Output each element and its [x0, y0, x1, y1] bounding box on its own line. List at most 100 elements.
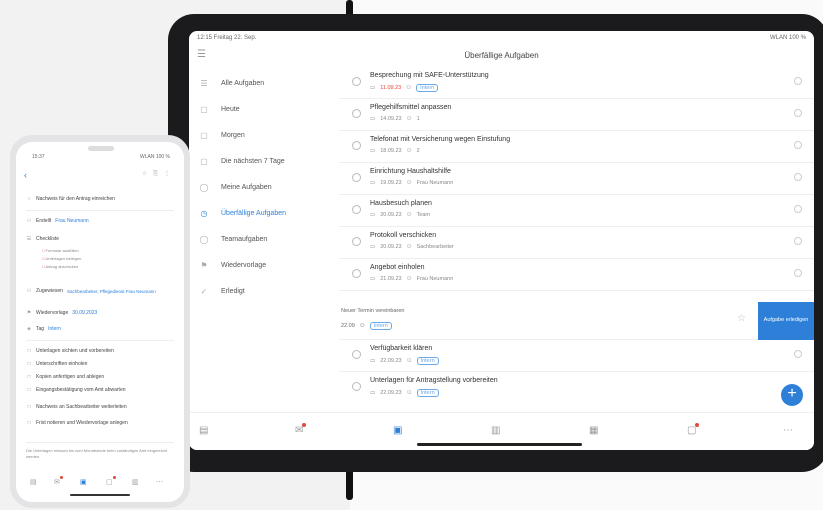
person-icon: ⚇ [359, 323, 365, 329]
task-checkbox[interactable] [794, 269, 802, 277]
task-row[interactable]: Unterlagen für Antragstellung vorbereite… [339, 372, 814, 404]
task-checkbox[interactable] [794, 141, 802, 149]
task-checkbox[interactable] [794, 350, 802, 358]
step-label: Kopien anfertigen und ablegen [36, 374, 105, 380]
tablet-title-bar: ☰ Überfällige Aufgaben [189, 45, 814, 67]
sidebar-item-done[interactable]: ✓ Erledigt [189, 281, 339, 301]
sidebar-item-all-tasks[interactable]: ☰ Alle Aufgaben [189, 73, 339, 93]
checklist-item[interactable]: □ Unterlagen beilegen [42, 256, 81, 261]
step-item[interactable]: □ Unterschriften einholen [26, 361, 176, 367]
inbox-icon[interactable]: ✉ [54, 476, 63, 486]
task-checkbox[interactable] [794, 77, 802, 85]
calendar-icon[interactable]: ▥ [491, 425, 500, 436]
task-checkbox[interactable] [794, 237, 802, 245]
task-status-icon[interactable] [352, 269, 361, 278]
task-status-icon[interactable] [352, 173, 361, 182]
inbox-icon[interactable]: ✉ [295, 423, 307, 436]
notification-dot [302, 423, 307, 427]
task-checkbox[interactable] [794, 205, 802, 213]
task-status-icon[interactable] [352, 77, 361, 86]
task-status-icon[interactable] [352, 382, 361, 391]
checkbox-icon[interactable]: □ [26, 361, 32, 367]
messages-icon[interactable]: ▢ [687, 423, 700, 436]
task-checkbox[interactable] [794, 173, 802, 181]
person-icon: ⚇ [406, 212, 412, 218]
notification-dot [59, 476, 63, 479]
add-task-button[interactable]: + [781, 384, 803, 406]
book-icon[interactable]: ▤ [30, 478, 37, 486]
sidebar-item-team-tasks[interactable]: ◯ Teamaufgaben [189, 229, 339, 249]
sidebar-item-follow-up[interactable]: ⚑ Wiedervorlage [189, 255, 339, 275]
checkbox-icon[interactable]: □ [26, 420, 32, 426]
checkbox-icon[interactable]: □ [26, 387, 32, 393]
sidebar-item-next-7-days[interactable]: ▢ Die nächsten 7 Tage [189, 151, 339, 171]
task-row[interactable]: Pflegehilfsmittel anpassen ▭ 14.09.23 ⚇ 1 [339, 99, 814, 131]
created-value[interactable]: Frau Neumann [55, 218, 88, 224]
status-time: 15:37 [32, 154, 45, 160]
divider [26, 442, 174, 443]
step-item[interactable]: □ Unterlagen sichten und vorbereiten [26, 348, 176, 354]
task-status-icon[interactable] [352, 237, 361, 246]
back-button[interactable]: ‹ [24, 170, 27, 180]
task-row-swiped[interactable]: Neuer Termin vereinbaren 22.09 ⚇ Intern ☆ [339, 302, 814, 340]
step-item[interactable]: □ Eingangsbestätigung vom Amt abwarten [26, 387, 176, 393]
person-icon: ⚇ [406, 116, 412, 122]
checkbox-icon[interactable]: □ [26, 348, 32, 354]
task-date: 18.09.23 [380, 148, 402, 154]
task-checkbox[interactable] [794, 109, 802, 117]
book-icon[interactable]: ▤ [199, 425, 208, 436]
status-time: 12:15 Freitag 22. Sep. [197, 35, 257, 41]
task-title: Neuer Termin vereinbaren [341, 308, 405, 314]
header-actions-icon[interactable]: ☆⎘⋮ [142, 170, 176, 178]
sidebar-item-label: Wiedervorlage [221, 261, 267, 269]
task-extra: Team [416, 212, 431, 218]
calendar-icon[interactable]: ▥ [132, 478, 139, 486]
step-item[interactable]: □ Nachweis an Sachbearbeiter weiterleiten [26, 404, 176, 410]
task-status-icon[interactable] [352, 109, 361, 118]
follow-up-value[interactable]: 30.09.2023 [72, 310, 97, 316]
more-icon[interactable]: ⋯ [783, 425, 793, 436]
task-extra: Frau Neumann [416, 180, 454, 186]
task-status-icon[interactable] [352, 350, 361, 359]
tablet-status-bar: 12:15 Freitag 22. Sep. WLAN 100 % [197, 35, 806, 45]
circle-icon[interactable]: ○ [26, 196, 32, 202]
task-status-icon[interactable] [352, 205, 361, 214]
step-item[interactable]: □ Frist notieren und Wiedervorlage anlege… [26, 420, 176, 426]
step-item[interactable]: □ Kopien anfertigen und ablegen [26, 374, 176, 380]
task-title: Nachweis für den Antrag einreichen [36, 196, 115, 202]
phone-header: ‹ ☆⎘⋮ [24, 170, 176, 182]
documents-icon[interactable]: ▦ [589, 425, 598, 436]
calendar-icon: ▢ [200, 104, 208, 114]
task-row[interactable]: Telefonat mit Versicherung wegen Einstuf… [339, 131, 814, 163]
task-row[interactable]: Hausbesuch planen ▭ 20.09.23 ⚇ Team [339, 195, 814, 227]
more-icon[interactable]: ⋯ [156, 478, 163, 486]
tasks-icon[interactable]: ▣ [393, 425, 402, 436]
calendar-icon: ▭ [370, 358, 376, 364]
task-extra: 2 [416, 148, 420, 154]
task-row[interactable]: Besprechung mit SAFE-Unterstützung ▭ 11.0… [339, 67, 814, 99]
task-row[interactable]: Verfügbarkeit klären ▭ 22.09.23 ⚇ Intern [339, 340, 814, 372]
tag-label: Tag [36, 326, 45, 332]
sidebar-item-my-tasks[interactable]: ◯ Meine Aufgaben [189, 177, 339, 197]
check-icon: ✓ [200, 286, 208, 296]
task-row[interactable]: Protokoll verschicken ▭ 20.09.23 ⚇ Sachbear… [339, 227, 814, 259]
task-status-icon[interactable] [352, 141, 361, 150]
sidebar-item-label: Meine Aufgaben [221, 183, 272, 191]
messages-icon[interactable]: ▢ [106, 476, 116, 486]
star-icon[interactable]: ☆ [737, 313, 746, 324]
sidebar-item-tomorrow[interactable]: ▢ Morgen [189, 125, 339, 145]
checklist-item[interactable]: □ Formular ausfüllen [42, 248, 79, 253]
notification-dot [695, 423, 700, 427]
tag-value[interactable]: Intern [48, 326, 61, 332]
checklist-item[interactable]: □ Antrag abschicken [42, 264, 78, 269]
task-row[interactable]: Angebot einholen ▭ 21.09.23 ⚇ Frau Neumann [339, 259, 814, 291]
task-row[interactable]: Einrichtung Haushaltshilfe ▭ 19.09.23 ⚇ Fra… [339, 163, 814, 195]
checkbox-icon[interactable]: □ [26, 404, 32, 410]
tasks-icon[interactable]: ▣ [80, 478, 87, 486]
sidebar-item-overdue[interactable]: ◷ Überfällige Aufgaben [189, 203, 339, 223]
checkbox-icon[interactable]: □ [26, 374, 32, 380]
sidebar-item-today[interactable]: ▢ Heute [189, 99, 339, 119]
complete-task-button[interactable]: Aufgabe erledigen [758, 302, 814, 340]
tablet-screen: 12:15 Freitag 22. Sep. WLAN 100 % ☰ Über… [189, 31, 814, 450]
responsible-value[interactable]: Sachbearbeiter, Pflegedienst Frau Neuman… [67, 289, 156, 294]
